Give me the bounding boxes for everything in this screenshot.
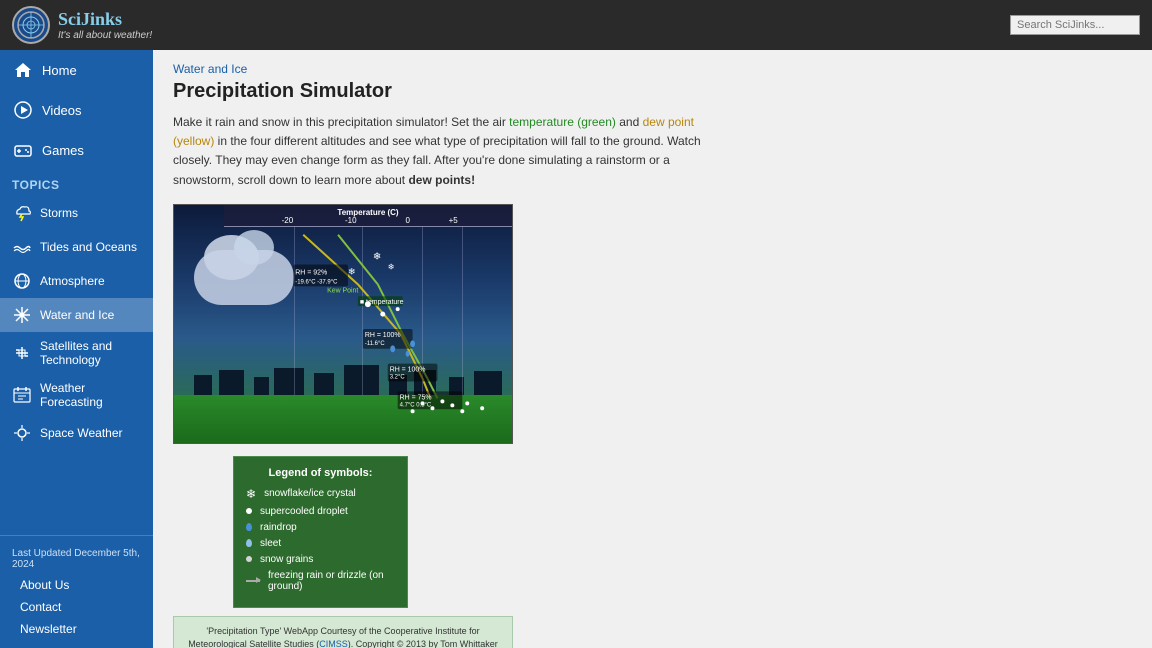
logo-icon [12,6,50,44]
freezing-rain-icon [246,580,260,582]
sidebar-item-videos[interactable]: Videos [0,90,153,130]
forecasting-label: Weather Forecasting [40,381,141,409]
attribution: 'Precipitation Type' WebApp Courtesy of … [173,616,513,648]
atmosphere-icon [12,271,32,291]
legend-title: Legend of symbols: [246,467,395,479]
tides-label: Tides and Oceans [40,240,137,254]
sidebar-item-home[interactable]: Home [0,50,153,90]
sidebar-item-storms[interactable]: Storms [0,196,153,230]
svg-text:❄: ❄ [373,251,381,262]
legend-item-freezing-rain: freezing rain or drizzle (on ground) [246,570,395,592]
breadcrumb[interactable]: Water and Ice [173,62,1132,76]
search-wrap[interactable] [1010,15,1140,35]
dewpoints-bold: dew points! [408,173,475,187]
site-title: SciJinks [58,9,152,30]
sidebar-item-tides[interactable]: Tides and Oceans [0,230,153,264]
svg-text:❄: ❄ [388,262,395,271]
legend-item-raindrop: raindrop [246,522,395,533]
satellite-icon [12,343,32,363]
simulator-container: Temperature (C) -20 -10 0 +5 [173,204,1132,648]
storm-icon [12,203,32,223]
home-label: Home [42,63,77,78]
topbar: SciJinks It's all about weather! [0,0,1152,50]
content-area: Water and Ice Precipitation Simulator Ma… [153,50,1152,648]
legend-item-supercooled: supercooled droplet [246,506,395,517]
logo-area[interactable]: SciJinks It's all about weather! [12,6,152,44]
video-icon [12,99,34,121]
cimss-link[interactable]: CIMSS [319,639,348,648]
space-weather-label: Space Weather [40,426,123,440]
legend-snow-grains-label: snow grains [260,554,313,565]
svg-text:RH = 100%: RH = 100% [365,332,401,339]
legend-item-snowflake: ❄ snowflake/ice crystal [246,487,395,501]
atmosphere-label: Atmosphere [40,274,105,288]
last-updated: Last Updated December 5th, 2024 [0,544,153,574]
sim-image[interactable]: Temperature (C) -20 -10 0 +5 [173,204,513,444]
legend-sleet-label: sleet [260,538,281,549]
games-label: Games [42,143,84,158]
games-icon [12,139,34,161]
svg-text:❄: ❄ [348,266,355,276]
svg-text:3.2°C: 3.2°C [390,374,406,380]
contact-link[interactable]: Contact [0,596,153,618]
sidebar-item-satellites[interactable]: Satellites and Technology [0,332,153,374]
sidebar: Home Videos Games [0,50,153,648]
storms-label: Storms [40,206,78,220]
svg-text:4.7°C 0.5°C: 4.7°C 0.5°C [400,402,432,408]
space-icon [12,423,32,443]
search-input[interactable] [1010,15,1140,35]
topics-header: TOPICS [0,170,153,196]
forecast-icon [12,385,32,405]
legend-item-snow-grains: snow grains [246,554,395,565]
sidebar-item-games[interactable]: Games [0,130,153,170]
sidebar-item-atmosphere[interactable]: Atmosphere [0,264,153,298]
legend-raindrop-label: raindrop [260,522,297,533]
sleet-icon [246,539,252,547]
svg-text:RH = 75%: RH = 75% [400,394,432,401]
supercooled-icon [246,508,252,514]
water-ice-icon [12,305,32,325]
svg-text:-19.6°C -37.9°C: -19.6°C -37.9°C [295,279,338,285]
attribution-text: 'Precipitation Type' WebApp Courtesy of … [188,626,498,648]
svg-text:-11.6°C: -11.6°C [365,341,385,347]
legend-item-sleet: sleet [246,538,395,549]
sidebar-item-space-weather[interactable]: Space Weather [0,416,153,450]
sidebar-footer: Last Updated December 5th, 2024 About Us… [0,535,153,648]
sidebar-item-water-ice[interactable]: Water and Ice [0,298,153,332]
legend-freezing-rain-label: freezing rain or drizzle (on ground) [268,570,395,592]
snowflake-icon: ❄ [246,487,256,501]
page-title: Precipitation Simulator [173,80,1132,103]
videos-label: Videos [42,103,82,118]
newsletter-link[interactable]: Newsletter [0,618,153,640]
intro-text: Make it rain and snow in this precipitat… [173,113,733,190]
temp-label-text: temperature (green) [509,115,616,129]
svg-text:RH = 92%: RH = 92% [295,269,327,276]
main-layout: Home Videos Games [0,50,1152,648]
logo-text: SciJinks It's all about weather! [58,9,152,41]
raindrop-icon [246,523,252,531]
svg-text:RH = 100%: RH = 100% [390,366,426,373]
sidebar-item-forecasting[interactable]: Weather Forecasting [0,374,153,416]
about-link[interactable]: About Us [0,574,153,596]
satellites-label: Satellites and Technology [40,339,141,367]
legend-box: Legend of symbols: ❄ snowflake/ice cryst… [233,456,408,608]
water-ice-label: Water and Ice [40,308,114,322]
legend-supercooled-label: supercooled droplet [260,506,348,517]
legend-snowflake-label: snowflake/ice crystal [264,488,356,499]
snow-grains-icon [246,556,252,562]
tides-icon [12,237,32,257]
dewpoint-label-text: dew point (yellow) [173,115,694,148]
home-icon [12,59,34,81]
svg-text:Kew Point: Kew Point [327,287,358,294]
site-subtitle: It's all about weather! [58,30,152,41]
